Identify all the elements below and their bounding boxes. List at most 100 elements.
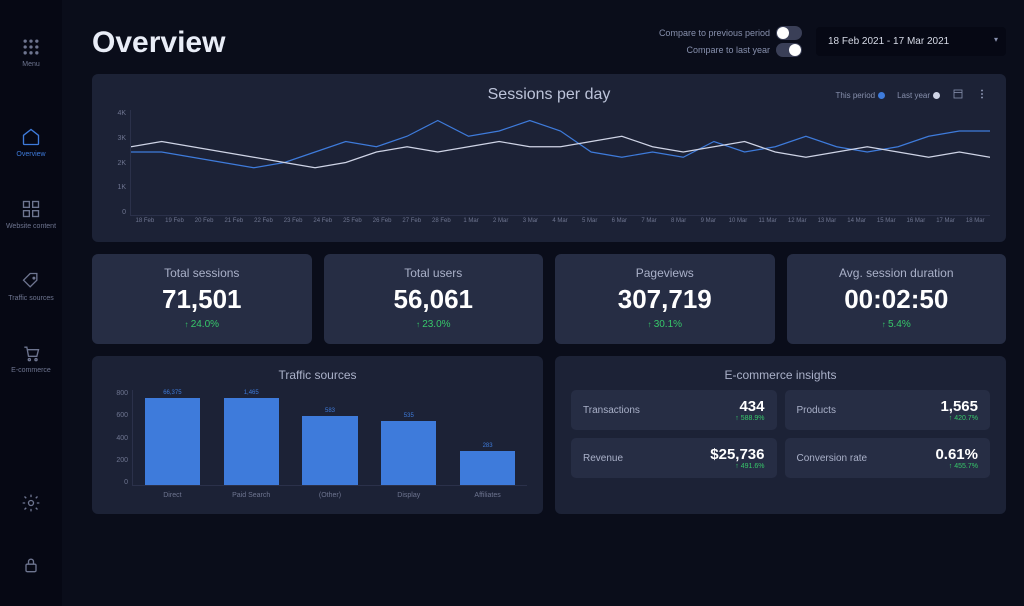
sidebar-item-ecommerce[interactable]: E-commerce bbox=[0, 328, 62, 390]
x-tick: 18 Feb bbox=[130, 218, 160, 230]
ecom-label: Revenue bbox=[583, 453, 704, 464]
y-tick: 0 bbox=[108, 479, 128, 486]
y-tick: 0 bbox=[108, 209, 126, 216]
chart-settings-icon[interactable] bbox=[952, 88, 964, 102]
ecom-item: Transactions434588.9% bbox=[571, 390, 777, 430]
menu-button[interactable]: Menu bbox=[0, 22, 62, 84]
lock-icon bbox=[21, 555, 41, 575]
bar-category: Paid Search bbox=[232, 492, 270, 499]
main: Overview Compare to previous period Comp… bbox=[62, 0, 1024, 606]
kpi-trend: 24.0% bbox=[104, 319, 300, 330]
sidebar-item-website-content[interactable]: Website content bbox=[0, 184, 62, 246]
ecom-item: Products1,565420.7% bbox=[785, 390, 991, 430]
x-tick: 21 Feb bbox=[219, 218, 249, 230]
x-tick: 4 Mar bbox=[545, 218, 575, 230]
sidebar-item-label: Overview bbox=[16, 151, 45, 159]
x-tick: 14 Mar bbox=[842, 218, 872, 230]
bar-category: Affiliates bbox=[474, 492, 500, 499]
kpi-value: 56,061 bbox=[336, 284, 532, 315]
x-tick: 6 Mar bbox=[605, 218, 635, 230]
kpi-card: Total sessions 71,501 24.0% bbox=[92, 254, 312, 344]
bar-value: 1,465 bbox=[244, 390, 259, 396]
bar-col: 583(Other) bbox=[291, 390, 370, 485]
kpi-label: Pageviews bbox=[567, 266, 763, 280]
ecom-item: Conversion rate0.61%455.7% bbox=[785, 438, 991, 478]
bar bbox=[381, 421, 436, 485]
kpi-trend: 23.0% bbox=[336, 319, 532, 330]
tiles-icon bbox=[21, 199, 41, 219]
bar-category: Display bbox=[397, 492, 420, 499]
bar-col: 1,465Paid Search bbox=[212, 390, 291, 485]
home-icon bbox=[21, 127, 41, 147]
bar bbox=[145, 398, 200, 485]
tag-icon bbox=[21, 271, 41, 291]
x-tick: 19 Feb bbox=[160, 218, 190, 230]
x-tick: 8 Mar bbox=[664, 218, 694, 230]
compare-prev-label: Compare to previous period bbox=[659, 28, 770, 38]
menu-label: Menu bbox=[22, 61, 40, 69]
chart-more-icon[interactable] bbox=[976, 88, 988, 102]
header: Overview Compare to previous period Comp… bbox=[92, 26, 1006, 60]
ecom-item: Revenue $25,736491.6% bbox=[571, 438, 777, 478]
bar-value: 66,375 bbox=[163, 390, 181, 396]
ecommerce-insights-card: E-commerce insights Transactions434588.9… bbox=[555, 356, 1006, 514]
sessions-chart: 4K3K2K1K0 18 Feb19 Feb20 Feb21 Feb22 Feb… bbox=[108, 110, 990, 228]
sessions-card: Sessions per day This period Last year 4… bbox=[92, 74, 1006, 242]
account-button[interactable] bbox=[0, 534, 62, 596]
ecom-trend: 588.9% bbox=[735, 415, 764, 422]
sessions-legend: This period Last year bbox=[836, 88, 988, 102]
ecom-title: E-commerce insights bbox=[571, 368, 990, 382]
settings-button[interactable] bbox=[0, 472, 62, 534]
bar-value: 583 bbox=[325, 408, 335, 414]
traffic-chart: 8006004002000 66,375Direct1,465Paid Sear… bbox=[108, 390, 527, 500]
kpi-trend: 5.4% bbox=[799, 319, 995, 330]
ecom-label: Products bbox=[797, 405, 935, 416]
kpi-label: Total users bbox=[336, 266, 532, 280]
sidebar-item-overview[interactable]: Overview bbox=[0, 112, 62, 174]
sidebar-item-label: E-commerce bbox=[11, 367, 51, 375]
x-tick: 12 Mar bbox=[782, 218, 812, 230]
sidebar-item-traffic-sources[interactable]: Traffic sources bbox=[0, 256, 62, 318]
kpi-label: Avg. session duration bbox=[799, 266, 995, 280]
line-series bbox=[131, 121, 990, 168]
bottom-row: Traffic sources 8006004002000 66,375Dire… bbox=[92, 356, 1006, 514]
compare-lastyear-toggle[interactable] bbox=[776, 43, 802, 57]
y-tick: 4K bbox=[108, 110, 126, 117]
ecom-value: $25,736 bbox=[710, 446, 764, 463]
traffic-sources-card: Traffic sources 8006004002000 66,375Dire… bbox=[92, 356, 543, 514]
kpi-value: 307,719 bbox=[567, 284, 763, 315]
x-tick: 27 Feb bbox=[397, 218, 427, 230]
bar bbox=[460, 451, 515, 485]
kpi-value: 71,501 bbox=[104, 284, 300, 315]
y-tick: 800 bbox=[108, 390, 128, 397]
y-tick: 2K bbox=[108, 160, 126, 167]
x-tick: 26 Feb bbox=[367, 218, 397, 230]
x-tick: 23 Feb bbox=[278, 218, 308, 230]
ecom-label: Conversion rate bbox=[797, 453, 930, 464]
bar bbox=[302, 416, 357, 485]
x-tick: 10 Mar bbox=[723, 218, 753, 230]
sidebar-item-label: Traffic sources bbox=[8, 295, 54, 303]
cart-icon bbox=[21, 343, 41, 363]
ecom-trend: 491.6% bbox=[710, 463, 764, 470]
y-tick: 200 bbox=[108, 457, 128, 464]
kpi-label: Total sessions bbox=[104, 266, 300, 280]
x-tick: 9 Mar bbox=[693, 218, 723, 230]
compare-prev-toggle[interactable] bbox=[776, 26, 802, 40]
x-tick: 5 Mar bbox=[575, 218, 605, 230]
date-range-picker[interactable]: 18 Feb 2021 - 17 Mar 2021 bbox=[816, 27, 1006, 56]
x-tick: 18 Mar bbox=[960, 218, 990, 230]
bar-col: 66,375Direct bbox=[133, 390, 212, 485]
y-tick: 3K bbox=[108, 135, 126, 142]
kpi-card: Pageviews307,71930.1% bbox=[555, 254, 775, 344]
grid-icon bbox=[21, 37, 41, 57]
x-tick: 24 Feb bbox=[308, 218, 338, 230]
x-tick: 2 Mar bbox=[486, 218, 516, 230]
x-tick: 15 Mar bbox=[871, 218, 901, 230]
ecom-value: 1,565 bbox=[940, 398, 978, 415]
page-title: Overview bbox=[92, 26, 225, 60]
bar-col: 283Affiliates bbox=[448, 390, 527, 485]
ecom-value: 0.61% bbox=[935, 446, 978, 463]
x-tick: 3 Mar bbox=[516, 218, 546, 230]
bar bbox=[224, 398, 279, 485]
